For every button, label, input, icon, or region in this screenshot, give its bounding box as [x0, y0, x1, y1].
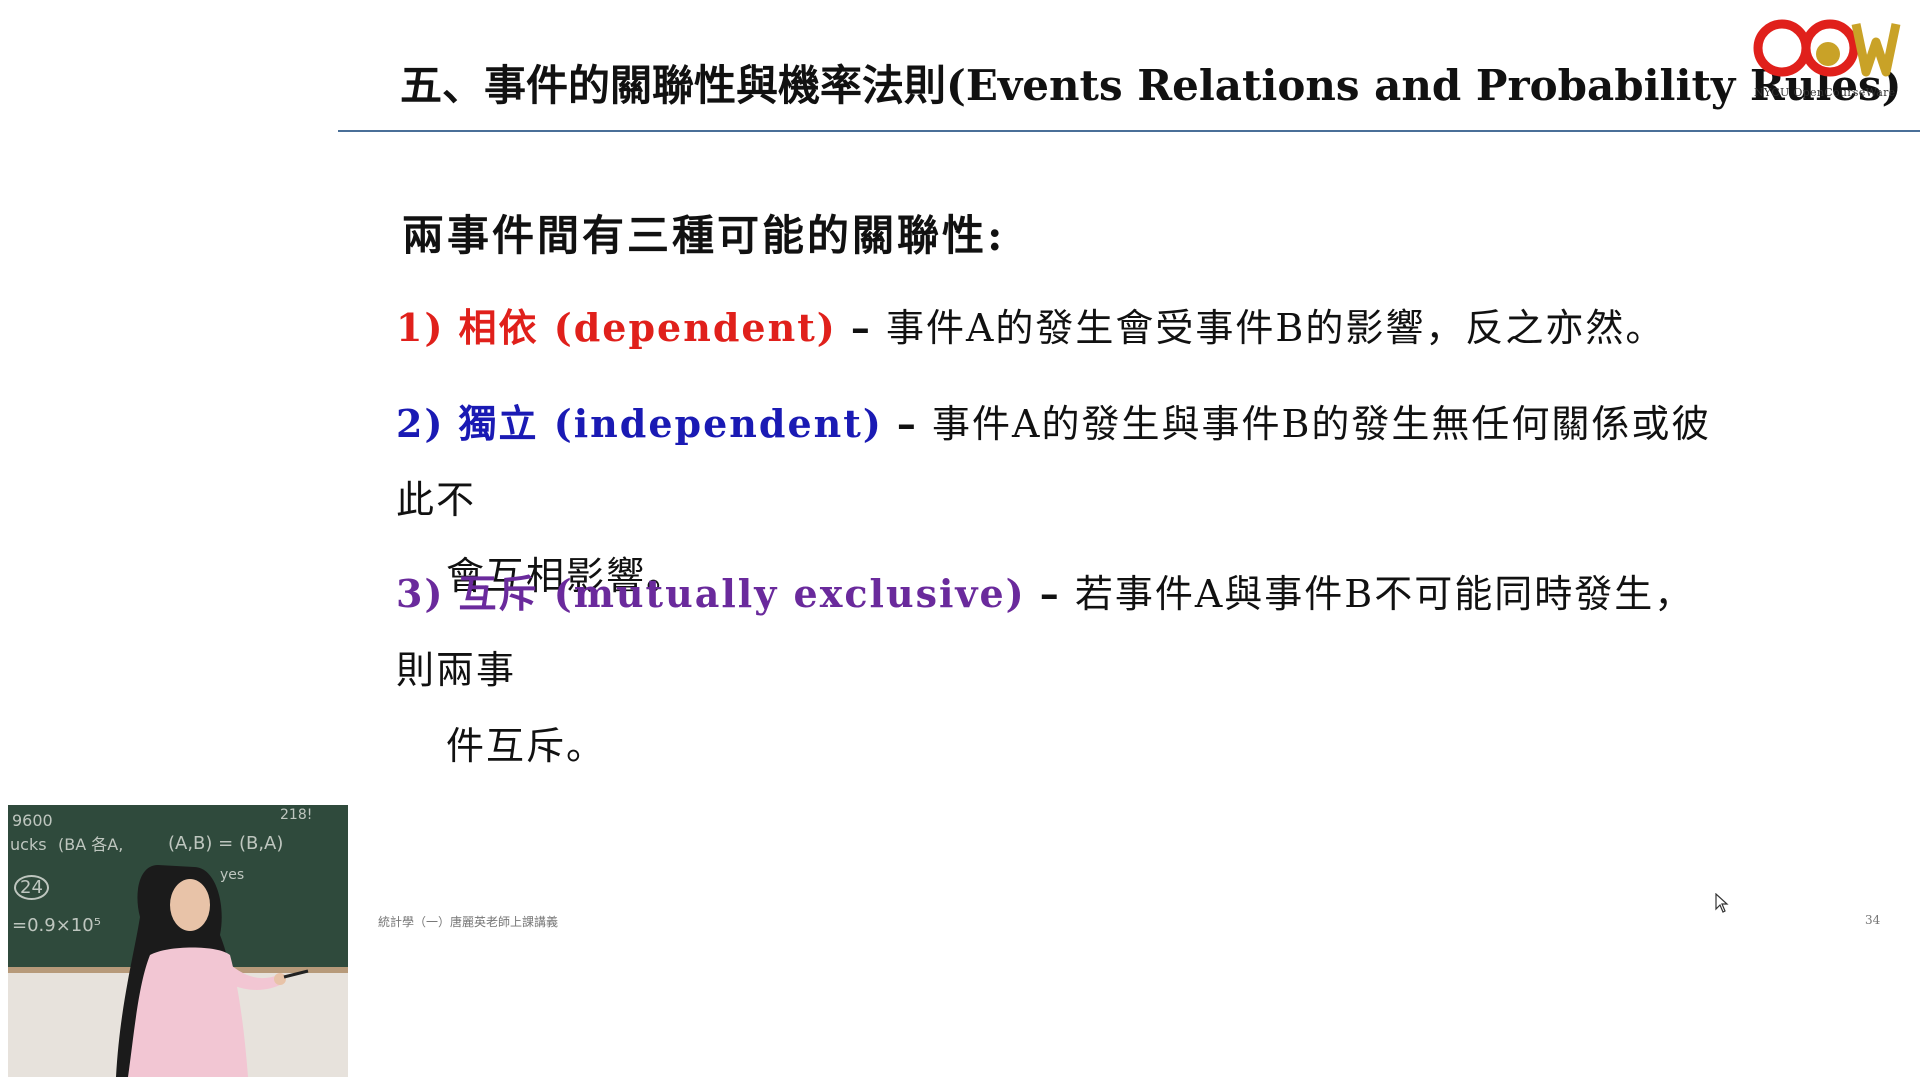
footer-course-title: 統計學（一）唐麗英老師上課講義 — [378, 915, 559, 929]
item-number: 1) — [396, 305, 445, 350]
lecturer-video-inset[interactable]: 9600 ucks (BA 各A, (A,B) = (B,A) 218! 24 … — [8, 805, 348, 1077]
item-term: 相依 (dependent) — [458, 305, 837, 350]
item-continuation: 件互斥。 — [446, 724, 607, 768]
ocw-logo-caption: NYCU OpenCourseWare — [1754, 86, 1896, 99]
relation-item-dependent: 1) 相依 (dependent) – 事件A的發生會受事件B的影響，反之亦然。 — [396, 290, 1716, 366]
item-term: 互斥 (mutually exclusive) — [458, 571, 1026, 616]
item-dash: – — [850, 305, 872, 350]
item-dash: – — [1039, 571, 1061, 616]
relation-item-mutually-exclusive: 3) 互斥 (mutually exclusive) – 若事件A與事件B不可能… — [396, 556, 1726, 784]
item-text: 事件A的發生會受事件B的影響，反之亦然。 — [885, 306, 1666, 350]
slide-title: 五、事件的關聯性與機率法則(Events Relations and Proba… — [400, 61, 1902, 110]
slide-page: 五、事件的關聯性與機率法則(Events Relations and Proba… — [0, 0, 1920, 1080]
item-number: 3) — [396, 571, 445, 616]
item-number: 2) — [396, 401, 445, 446]
item-dash: – — [896, 401, 918, 446]
mouse-pointer-icon — [1715, 892, 1729, 913]
lecturer-figure-icon — [116, 865, 309, 1077]
section-heading: 兩事件間有三種可能的關聯性: — [402, 211, 1006, 260]
item-term: 獨立 (independent) — [458, 401, 883, 446]
page-number: 34 — [1865, 913, 1881, 927]
title-divider — [338, 130, 1920, 132]
